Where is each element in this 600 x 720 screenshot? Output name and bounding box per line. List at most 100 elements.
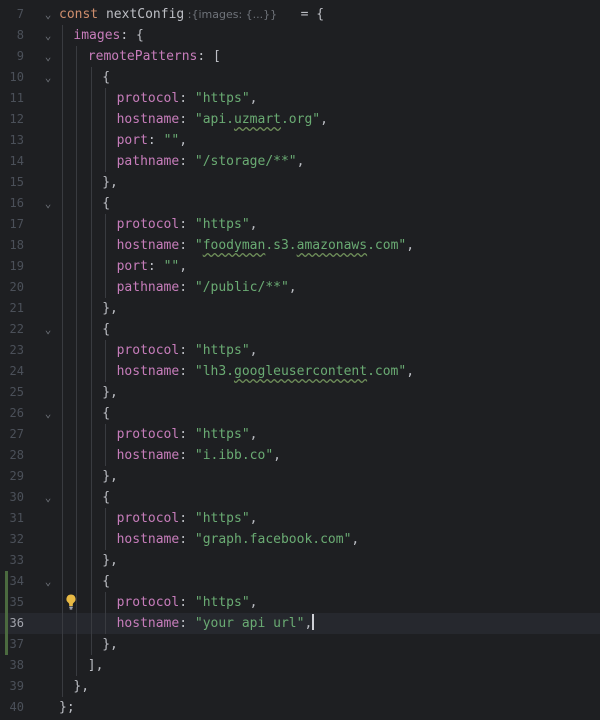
code-line[interactable]: 34 ⌄ { bbox=[0, 571, 600, 592]
indent-guide bbox=[90, 424, 92, 445]
chevron-down-icon[interactable]: ⌄ bbox=[42, 319, 54, 340]
code-text[interactable]: { bbox=[102, 193, 110, 214]
code-text[interactable]: { bbox=[102, 403, 110, 424]
code-line[interactable]: 7 ⌄ const nextConfig :{images: {...}} = { bbox=[0, 4, 600, 25]
code-line[interactable]: 9 ⌄ remotePatterns: [ bbox=[0, 46, 600, 67]
code-line[interactable]: 21}, bbox=[0, 298, 600, 319]
indent-guide bbox=[62, 88, 63, 109]
line-number: 30 bbox=[9, 490, 24, 504]
line-number: 21 bbox=[9, 301, 24, 315]
code-line[interactable]: 28 hostname: "i.ibb.co", bbox=[0, 445, 600, 466]
code-line[interactable]: 22 ⌄ { bbox=[0, 319, 600, 340]
indent-guide bbox=[105, 277, 107, 298]
code-line[interactable]: 38], bbox=[0, 655, 600, 676]
code-text[interactable]: }, bbox=[73, 676, 89, 697]
chevron-down-icon[interactable]: ⌄ bbox=[42, 487, 54, 508]
code-line[interactable]: 23 protocol: "https", bbox=[0, 340, 600, 361]
code-line[interactable]: 15}, bbox=[0, 172, 600, 193]
code-text[interactable]: protocol: "https", bbox=[117, 508, 258, 529]
code-line[interactable]: 19 port: "", bbox=[0, 256, 600, 277]
chevron-down-icon[interactable]: ⌄ bbox=[42, 4, 54, 25]
code-text[interactable]: }, bbox=[102, 550, 118, 571]
code-text[interactable]: protocol: "https", bbox=[117, 592, 258, 613]
code-line[interactable]: 39}, bbox=[0, 676, 600, 697]
code-line[interactable]: 11 protocol: "https", bbox=[0, 88, 600, 109]
punctuation: : bbox=[179, 595, 195, 610]
code-text[interactable]: hostname: "graph.facebook.com", bbox=[117, 529, 360, 550]
code-text[interactable]: port: "", bbox=[117, 130, 187, 151]
indent-guide bbox=[105, 109, 107, 130]
chevron-down-icon[interactable]: ⌄ bbox=[42, 403, 54, 424]
code-text[interactable]: const nextConfig :{images: {...}} = { bbox=[59, 4, 324, 25]
code-text[interactable]: hostname: "i.ibb.co", bbox=[117, 445, 281, 466]
code-line[interactable]: 18 hostname: "foodyman.s3.amazonaws.com", bbox=[0, 235, 600, 256]
code-line[interactable]: 12 hostname: "api.uzmart.org", bbox=[0, 109, 600, 130]
code-text[interactable]: }, bbox=[102, 298, 118, 319]
code-line[interactable]: 35 protocol: "https", bbox=[0, 592, 600, 613]
code-text[interactable]: }, bbox=[102, 466, 118, 487]
code-text[interactable]: images: { bbox=[73, 25, 143, 46]
code-text[interactable]: { bbox=[102, 319, 110, 340]
code-line[interactable]: 14 pathname: "/storage/**", bbox=[0, 151, 600, 172]
code-text[interactable]: { bbox=[102, 571, 110, 592]
punctuation: }, bbox=[102, 175, 118, 190]
chevron-down-icon[interactable]: ⌄ bbox=[42, 25, 54, 46]
chevron-down-icon[interactable]: ⌄ bbox=[42, 67, 54, 88]
line-number: 7 bbox=[16, 7, 24, 21]
code-line[interactable]: 31 protocol: "https", bbox=[0, 508, 600, 529]
code-text[interactable]: ], bbox=[88, 655, 104, 676]
code-line[interactable]: 17 protocol: "https", bbox=[0, 214, 600, 235]
code-text[interactable]: pathname: "/public/**", bbox=[117, 277, 297, 298]
indent-guide bbox=[62, 550, 63, 571]
indent-guide bbox=[62, 193, 63, 214]
indent-guide bbox=[62, 256, 63, 277]
code-text[interactable]: protocol: "https", bbox=[117, 88, 258, 109]
code-text[interactable]: protocol: "https", bbox=[117, 340, 258, 361]
code-line[interactable]: 37}, bbox=[0, 634, 600, 655]
code-text[interactable]: hostname: "api.uzmart.org", bbox=[117, 109, 328, 130]
code-text[interactable]: }; bbox=[59, 697, 75, 718]
code-text[interactable]: hostname: "your api url", bbox=[117, 613, 315, 634]
code-text[interactable]: hostname: "lh3.googleusercontent.com", bbox=[117, 361, 414, 382]
code-line[interactable]: 29}, bbox=[0, 466, 600, 487]
code-text[interactable]: pathname: "/storage/**", bbox=[117, 151, 305, 172]
code-text[interactable]: { bbox=[102, 487, 110, 508]
code-text[interactable]: }, bbox=[102, 172, 118, 193]
code-line[interactable]: 36 hostname: "your api url", bbox=[0, 613, 600, 634]
code-line[interactable]: 10 ⌄ { bbox=[0, 67, 600, 88]
chevron-down-icon[interactable]: ⌄ bbox=[42, 571, 54, 592]
code-line[interactable]: 16 ⌄ { bbox=[0, 193, 600, 214]
indent-guide bbox=[90, 613, 92, 634]
code-editor[interactable]: 7 ⌄ const nextConfig :{images: {...}} = {8… bbox=[0, 0, 600, 720]
code-text[interactable]: hostname: "foodyman.s3.amazonaws.com", bbox=[117, 235, 414, 256]
indent-guide bbox=[62, 508, 63, 529]
indent-guide bbox=[105, 361, 107, 382]
code-line[interactable]: 27 protocol: "https", bbox=[0, 424, 600, 445]
code-line[interactable]: 33}, bbox=[0, 550, 600, 571]
code-line[interactable]: 30 ⌄ { bbox=[0, 487, 600, 508]
code-line[interactable]: 24 hostname: "lh3.googleusercontent.com", bbox=[0, 361, 600, 382]
punctuation: }; bbox=[59, 700, 75, 715]
code-text[interactable]: { bbox=[102, 67, 110, 88]
code-text[interactable]: }, bbox=[102, 382, 118, 403]
line-number: 14 bbox=[9, 154, 24, 168]
code-text[interactable]: protocol: "https", bbox=[117, 424, 258, 445]
code-line[interactable]: 13 port: "", bbox=[0, 130, 600, 151]
chevron-down-icon[interactable]: ⌄ bbox=[42, 193, 54, 214]
code-text[interactable]: }, bbox=[102, 634, 118, 655]
code-line[interactable]: 8 ⌄ images: { bbox=[0, 25, 600, 46]
indent-guide bbox=[62, 235, 63, 256]
indent-guide bbox=[90, 403, 92, 424]
code-text[interactable]: remotePatterns: [ bbox=[88, 46, 221, 67]
indent-guide bbox=[90, 340, 92, 361]
code-line[interactable]: 32 hostname: "graph.facebook.com", bbox=[0, 529, 600, 550]
code-line[interactable]: 40}; bbox=[0, 697, 600, 718]
indent-guide bbox=[105, 445, 107, 466]
code-line[interactable]: 25}, bbox=[0, 382, 600, 403]
indent-guide bbox=[105, 256, 107, 277]
chevron-down-icon[interactable]: ⌄ bbox=[42, 46, 54, 67]
code-line[interactable]: 26 ⌄ { bbox=[0, 403, 600, 424]
code-text[interactable]: protocol: "https", bbox=[117, 214, 258, 235]
code-text[interactable]: port: "", bbox=[117, 256, 187, 277]
code-line[interactable]: 20 pathname: "/public/**", bbox=[0, 277, 600, 298]
